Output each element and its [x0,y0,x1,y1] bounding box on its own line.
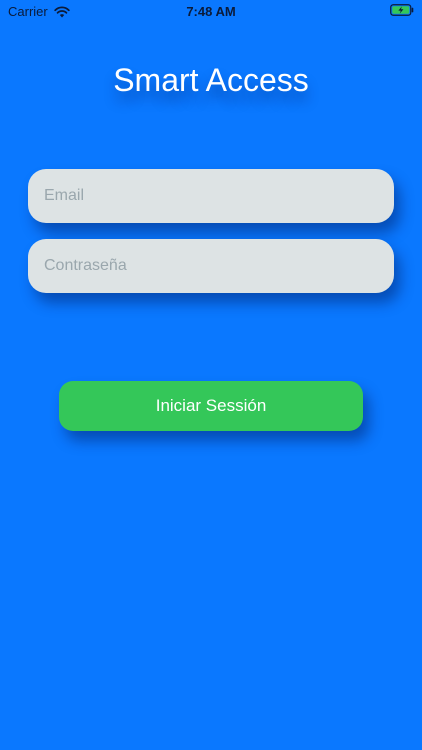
login-button[interactable]: Iniciar Sessión [59,381,363,431]
app-title: Smart Access [113,62,309,98]
status-right [390,4,414,19]
password-field[interactable] [28,239,394,293]
status-time: 7:48 AM [186,4,236,19]
battery-charging-icon [390,4,414,16]
email-field[interactable] [28,169,394,223]
status-bar: Carrier 7:48 AM [0,0,422,22]
